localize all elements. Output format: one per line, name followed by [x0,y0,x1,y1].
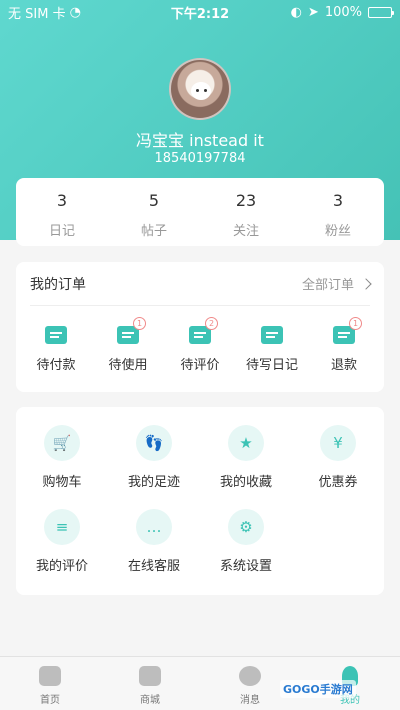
carrier-label: 无 SIM 卡 [8,6,66,22]
tool-reviews[interactable]: ≡ 我的评价 [16,509,108,593]
tool-support[interactable]: … 在线客服 [108,509,200,593]
watermark: GOGO手游网 [280,680,356,698]
coupon-icon: ¥ [320,425,356,461]
count-badge: 1 [133,317,146,330]
stat-label: 帖子 [140,224,167,239]
order-pending-payment[interactable]: 待付款 [20,326,92,373]
clock: 下午2:12 [170,6,230,22]
tab-label: 首页 [40,695,60,706]
gear-icon: ⚙ [228,509,264,545]
battery-percent: 100% [324,4,362,20]
tool-footprint[interactable]: 👣 我的足迹 [108,425,200,509]
avatar[interactable] [169,58,231,120]
tool-label: 购物车 [42,475,82,490]
chevron-right-icon [360,277,372,290]
tool-favorites[interactable]: ★ 我的收藏 [200,425,292,509]
stat-followers[interactable]: 3 粉丝 [292,178,384,246]
all-orders-label: 全部订单 [301,278,354,293]
tool-label: 优惠券 [318,475,358,490]
order-pending-review[interactable]: 2 待评价 [164,317,236,373]
wifi-icon: ◔ [69,4,81,20]
count-badge: 2 [205,317,218,330]
tab-label: 商城 [140,695,160,706]
star-icon: ★ [228,425,264,461]
footprint-icon: 👣 [136,425,172,461]
tool-label: 我的评价 [35,559,88,574]
stat-value: 5 [148,191,160,210]
username: 冯宝宝 instead it [136,131,264,150]
stat-diary[interactable]: 3 日记 [16,178,108,246]
stat-label: 日记 [48,224,75,239]
home-icon [39,666,61,686]
tab-shop[interactable]: 商城 [100,657,200,710]
phone-number: 18540197784 [154,151,246,166]
message-icon [239,666,261,686]
stat-value: 23 [235,191,257,210]
order-refund[interactable]: 1 退款 [308,317,380,373]
stat-label: 粉丝 [324,224,351,239]
cart-icon: 🛒 [44,425,80,461]
stat-following[interactable]: 23 关注 [200,178,292,246]
tool-coupons[interactable]: ¥ 优惠券 [292,425,384,509]
count-badge: 1 [349,317,362,330]
tool-label: 我的足迹 [127,475,180,490]
orders-title: 我的订单 [30,276,86,293]
stat-label: 关注 [232,224,259,239]
status-bar: 无 SIM 卡 ◔ 下午2:12 ◐ ➤ 100% [0,0,400,24]
all-orders-link[interactable]: 全部订单 [301,274,372,293]
tool-cart[interactable]: 🛒 购物车 [16,425,108,509]
order-label: 待评价 [180,358,220,373]
tool-settings[interactable]: ⚙ 系统设置 [200,509,292,593]
orders-card: 我的订单 全部订单 待付款 1 待使用 2 待评价 待写日记 1 退款 [16,262,384,392]
order-label: 待付款 [36,358,76,373]
stat-value: 3 [56,191,68,210]
order-pending-use[interactable]: 1 待使用 [92,317,164,373]
stat-posts[interactable]: 5 帖子 [108,178,200,246]
stat-value: 3 [332,191,344,210]
shop-icon [139,666,161,686]
tools-card: 🛒 购物车 👣 我的足迹 ★ 我的收藏 ¥ 优惠券 ≡ 我的评价 … 在线客服 … [16,407,384,595]
order-label: 待写日记 [245,358,298,373]
location-icon: ➤ [307,4,319,20]
stats-card: 3 日记 5 帖子 23 关注 3 粉丝 [16,178,384,246]
review-icon: ≡ [44,509,80,545]
tool-label: 在线客服 [127,559,180,574]
order-label: 待使用 [108,358,148,373]
orders-header: 我的订单 全部订单 [30,262,372,306]
wallet-icon [45,326,67,344]
tool-label: 我的收藏 [219,475,272,490]
order-pending-diary[interactable]: 待写日记 [236,326,308,373]
tab-home[interactable]: 首页 [0,657,100,710]
diary-icon [261,326,283,344]
chat-icon: … [136,509,172,545]
rotation-lock-icon: ◐ [290,4,302,20]
battery-icon [368,6,394,18]
order-label: 退款 [330,358,357,373]
tool-label: 系统设置 [219,559,272,574]
